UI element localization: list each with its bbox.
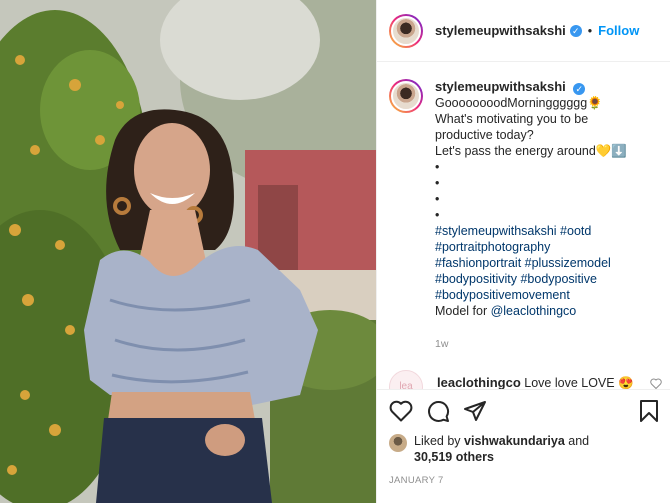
comment-like-icon[interactable] bbox=[649, 378, 662, 389]
hashtag-line[interactable]: #fashionportrait #plussizemodel bbox=[435, 255, 627, 271]
comment-icon[interactable] bbox=[426, 399, 450, 423]
caption-age[interactable]: 1w bbox=[435, 336, 627, 352]
liker-avatar[interactable] bbox=[389, 434, 407, 452]
likes-prefix: Liked by bbox=[414, 434, 465, 448]
share-icon[interactable] bbox=[463, 399, 487, 423]
caption-bullet: • bbox=[435, 192, 440, 206]
likes-middle: and bbox=[564, 434, 590, 448]
hashtag-line[interactable]: #portraitphotography bbox=[435, 239, 627, 255]
comment-item: lea leaclothingco Love love LOVE 😍 bbox=[389, 370, 662, 389]
caption-username[interactable]: stylemeupwithsakshi bbox=[435, 79, 566, 94]
likes-text: Liked by vishwakundariya and 30,519 othe… bbox=[414, 433, 589, 465]
post-date[interactable]: JANUARY 7 bbox=[389, 475, 659, 486]
author-avatar[interactable] bbox=[389, 13, 423, 48]
post-side-panel: stylemeupwithsakshi ✓ • Follow stylemeup… bbox=[376, 0, 670, 503]
caption-line: GoooooooodMorningggggg🌻 bbox=[435, 96, 603, 110]
post-header: stylemeupwithsakshi ✓ • Follow bbox=[377, 0, 670, 62]
header-separator: • bbox=[587, 23, 593, 38]
caption-bullet: • bbox=[435, 176, 440, 190]
hashtag-line[interactable]: #stylemeupwithsakshi #ootd bbox=[435, 223, 627, 239]
caption-verified-badge-icon: ✓ bbox=[573, 83, 586, 95]
credit-mention-link[interactable]: @leaclothingco bbox=[491, 304, 577, 318]
hashtag-line[interactable]: #bodypositivemovement bbox=[435, 287, 627, 303]
heart-icon[interactable] bbox=[389, 400, 413, 422]
caption-bullet: • bbox=[435, 160, 440, 174]
hashtag-line[interactable]: #bodypositivity #bodypositive bbox=[435, 271, 627, 287]
caption-line: What's motivating you to be bbox=[435, 112, 589, 126]
caption: stylemeupwithsakshi ✓ GoooooooodMorningg… bbox=[389, 79, 659, 352]
credit-prefix: Model for bbox=[435, 304, 491, 318]
author-username[interactable]: stylemeupwithsakshi bbox=[435, 23, 566, 38]
caption-bullet: • bbox=[435, 208, 440, 222]
caption-line: Let's pass the energy around💛⬇️ bbox=[435, 144, 627, 158]
caption-line: productive today? bbox=[435, 128, 534, 142]
comments-section[interactable]: stylemeupwithsakshi ✓ GoooooooodMorningg… bbox=[377, 63, 670, 389]
action-bar: Liked by vishwakundariya and 30,519 othe… bbox=[377, 389, 670, 486]
caption-body: stylemeupwithsakshi ✓ GoooooooodMorningg… bbox=[435, 79, 627, 352]
likes-summary: Liked by vishwakundariya and 30,519 othe… bbox=[389, 433, 659, 465]
post-photo-illustration bbox=[0, 0, 376, 503]
bookmark-icon[interactable] bbox=[639, 399, 659, 423]
post-photo[interactable] bbox=[0, 0, 376, 503]
comment-text-row: leaclothingco Love love LOVE 😍 bbox=[437, 375, 634, 389]
likes-count-link[interactable]: 30,519 others bbox=[414, 450, 494, 464]
verified-badge-icon: ✓ bbox=[569, 24, 582, 37]
caption-avatar[interactable] bbox=[389, 79, 423, 113]
liker-username[interactable]: vishwakundariya bbox=[464, 434, 565, 448]
action-icons bbox=[389, 398, 659, 424]
instagram-post: stylemeupwithsakshi ✓ • Follow stylemeup… bbox=[0, 0, 670, 503]
follow-button[interactable]: Follow bbox=[598, 23, 639, 38]
commenter-username[interactable]: leaclothingco bbox=[437, 375, 521, 389]
commenter-avatar[interactable]: lea bbox=[389, 370, 423, 389]
comment-text: Love love LOVE 😍 bbox=[520, 376, 634, 389]
